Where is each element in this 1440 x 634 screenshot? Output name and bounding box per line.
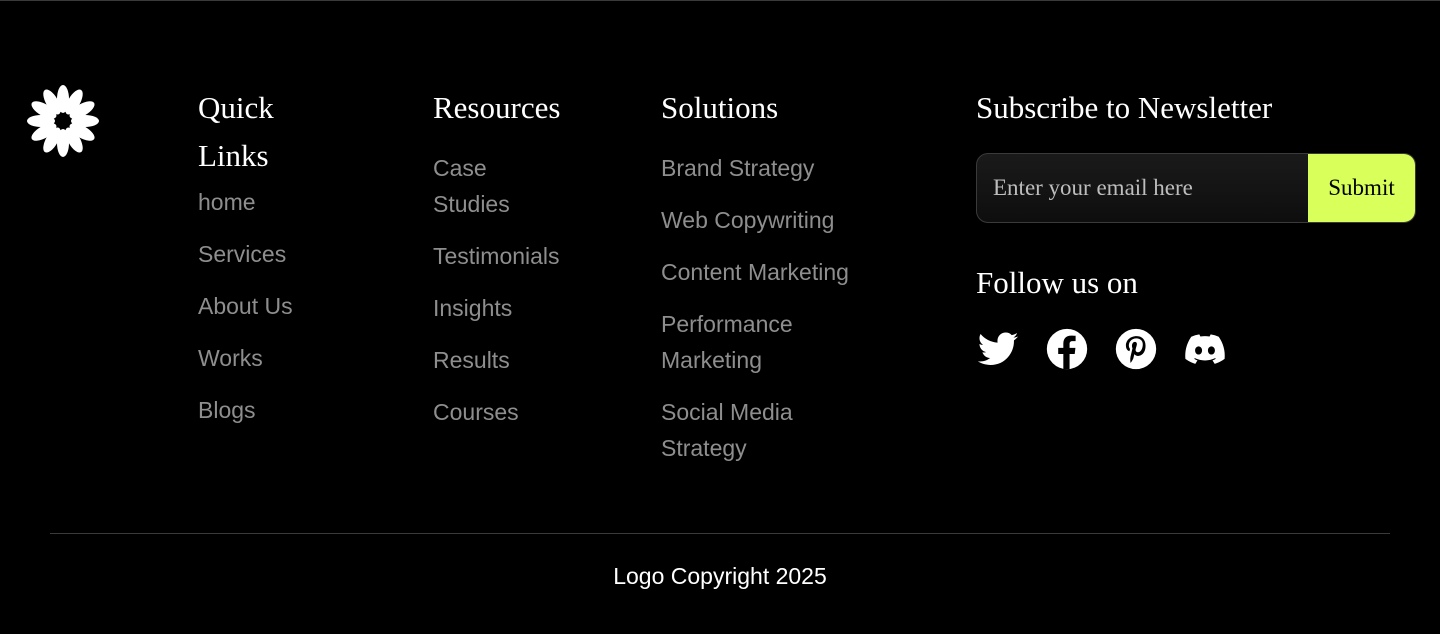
newsletter-heading: Subscribe to Newsletter [976,90,1273,125]
footer-link-insights[interactable]: Insights [433,290,583,326]
submit-button[interactable]: Submit [1308,154,1415,222]
top-border [0,0,1440,1]
footer-link-home[interactable]: home [198,184,318,220]
quick-links-heading: Quick Links [198,90,274,173]
footer-link-content-marketing[interactable]: Content Marketing [661,254,881,290]
footer-link-blogs[interactable]: Blogs [198,392,318,428]
footer-link-results[interactable]: Results [433,342,583,378]
footer-link-performance-marketing[interactable]: Performance Marketing [661,306,811,378]
resources-column: Resources Case Studies Testimonials Insi… [433,84,583,446]
footer-link-works[interactable]: Works [198,340,318,376]
footer-link-social-media-strategy[interactable]: Social Media Strategy [661,394,811,466]
footer-link-brand-strategy[interactable]: Brand Strategy [661,150,881,186]
flower-burst-icon[interactable] [26,84,100,158]
newsletter-form: Submit [976,153,1416,223]
newsletter-column: Subscribe to Newsletter Submit Follow us… [976,84,1416,371]
footer-divider [50,533,1390,534]
quick-links-column: Quick Links home Services About Us Works… [198,84,318,444]
footer-link-web-copywriting[interactable]: Web Copywriting [661,202,881,238]
discord-icon[interactable] [1183,327,1227,371]
solutions-column: Solutions Brand Strategy Web Copywriting… [661,84,881,482]
twitter-icon[interactable] [976,327,1020,371]
facebook-icon[interactable] [1045,327,1089,371]
footer-link-services[interactable]: Services [198,236,318,272]
pinterest-icon[interactable] [1114,327,1158,371]
footer-link-case-studies[interactable]: Case Studies [433,150,543,222]
social-icons [976,327,1416,371]
footer-link-testimonials[interactable]: Testimonials [433,238,583,274]
copyright-text: Logo Copyright 2025 [613,563,827,589]
footer-link-about-us[interactable]: About Us [198,288,318,324]
resources-list: Case Studies Testimonials Insights Resul… [433,150,583,430]
email-input[interactable] [977,154,1308,222]
quick-links-list: home Services About Us Works Blogs [198,184,318,428]
footer-link-courses[interactable]: Courses [433,394,583,430]
resources-heading: Resources [433,90,561,125]
solutions-heading: Solutions [661,90,779,125]
solutions-list: Brand Strategy Web Copywriting Content M… [661,150,881,466]
follow-heading: Follow us on [976,265,1138,300]
